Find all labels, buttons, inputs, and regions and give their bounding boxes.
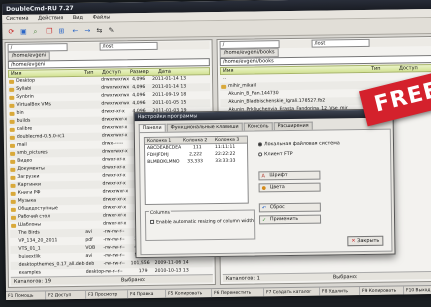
edit-icon[interactable]: ✎ [106, 25, 116, 35]
menu-item-view[interactable]: Вид [69, 14, 87, 23]
status-dirs: Каталогов: 19 [13, 278, 52, 285]
drive-select-lost[interactable]: /lost [311, 38, 370, 48]
columns-label: Columns [148, 210, 171, 216]
fkey-mkdir[interactable]: F7 Создать каталог [263, 287, 321, 298]
network-icon[interactable]: ⊞ [56, 26, 66, 36]
menu-item-actions[interactable]: Действия [34, 14, 67, 23]
drive-bar: / /lost [7, 41, 210, 52]
folder-icon [9, 119, 15, 124]
status-bar: Каталогов: 1 Выбрано: [222, 270, 431, 282]
app-window: DoubleCmd-RU 7.27 Система Действия Вид Ф… [2, 0, 431, 300]
menu-item-files[interactable]: Файлы [89, 13, 115, 22]
folder-icon [9, 127, 15, 132]
folder-icon [10, 167, 16, 172]
menu-item-system[interactable]: Система [2, 15, 32, 24]
folder-icon [9, 111, 15, 116]
folder-icon [9, 135, 15, 140]
fkey-edit[interactable]: F4 Правка [128, 289, 167, 300]
fkey-access[interactable]: F2 Доступ [46, 290, 87, 300]
radio-icon[interactable] [258, 151, 263, 156]
dialog-body: Колонка 1 Колонка 2 Колонка 3 ABCDEABCDE… [138, 128, 393, 256]
folder-icon [11, 223, 17, 228]
back-icon[interactable]: ← [70, 26, 80, 36]
refresh-icon[interactable]: ⟳ [6, 27, 16, 37]
preview-row: BLMBOKLMNO 33,333 33:33:33 [147, 158, 236, 165]
close-button[interactable]: ✕ Закрыть [347, 235, 384, 247]
folder-icon [10, 183, 16, 188]
radio-icon[interactable] [257, 141, 263, 146]
status-selected: Выбрано: [120, 277, 146, 284]
fkey-view[interactable]: F3 Просмотр [86, 290, 129, 300]
palette-icon: ● [261, 185, 267, 192]
folder-icon [9, 79, 15, 84]
columns-group: Columns Enable automatic resizing of col… [144, 209, 256, 242]
status-dirs: Каталогов: 1 [225, 275, 260, 282]
folder-icon [10, 191, 16, 196]
drive-select-lost[interactable]: /lost [99, 41, 158, 51]
fkey-exit[interactable]: F10 Выход [403, 285, 431, 296]
checkbox-icon[interactable] [150, 219, 155, 224]
option-ftp-client[interactable]: Клиент FTP [258, 151, 293, 158]
pack-icon[interactable]: ▣ [18, 27, 28, 37]
fkey-copy2[interactable]: F9 Копировать [359, 286, 405, 297]
folder-icon [10, 151, 16, 156]
sync-icon[interactable]: ⇆ [94, 26, 104, 36]
folder-icon [9, 87, 15, 92]
drive-bar: / /lost [219, 37, 431, 49]
preview-table: Колонка 1 Колонка 2 Колонка 3 ABCDEABCDE… [143, 135, 249, 206]
fkey-help[interactable]: F1 Помощь [6, 291, 47, 300]
copy-icon[interactable]: ❐ [44, 26, 54, 36]
folder-icon [221, 84, 227, 89]
apply-button[interactable]: ✓ Применить [258, 214, 322, 225]
options-dialog: Настройки программы Панели Функциональные… [133, 108, 396, 259]
folder-icon [10, 175, 16, 180]
forward-icon[interactable]: → [82, 26, 92, 36]
folder-icon [10, 207, 16, 212]
fkey-move[interactable]: F6 Переместить [212, 288, 265, 299]
folder-icon [9, 95, 15, 100]
font-button[interactable]: A Шрифт [258, 170, 321, 181]
auto-resize-option[interactable]: Enable automatic resizing of column widt… [150, 219, 254, 226]
folder-icon [10, 159, 16, 164]
fkey-delete[interactable]: F8 Удалить [319, 287, 361, 297]
folder-icon [9, 143, 16, 148]
option-local-fs[interactable]: Локальная файловая система [257, 140, 340, 148]
font-icon: A [261, 173, 265, 180]
function-key-bar: F1 Помощь F2 Доступ F3 Просмотр F4 Правк… [6, 284, 431, 300]
folder-icon [10, 199, 16, 204]
search-icon[interactable]: ⌕ [30, 26, 40, 36]
folder-icon [9, 103, 15, 108]
undo-icon: ↶ [261, 205, 267, 212]
status-selected: Выбрано: [332, 274, 358, 281]
folder-icon [10, 215, 17, 220]
fkey-copy[interactable]: F5 Копировать [166, 289, 213, 299]
colors-button[interactable]: ● Цвета [258, 182, 321, 193]
reset-button[interactable]: ↶ Сброс [258, 202, 321, 213]
dialog-title: Настройки программы [134, 109, 393, 122]
check-icon: ✓ [262, 217, 267, 224]
